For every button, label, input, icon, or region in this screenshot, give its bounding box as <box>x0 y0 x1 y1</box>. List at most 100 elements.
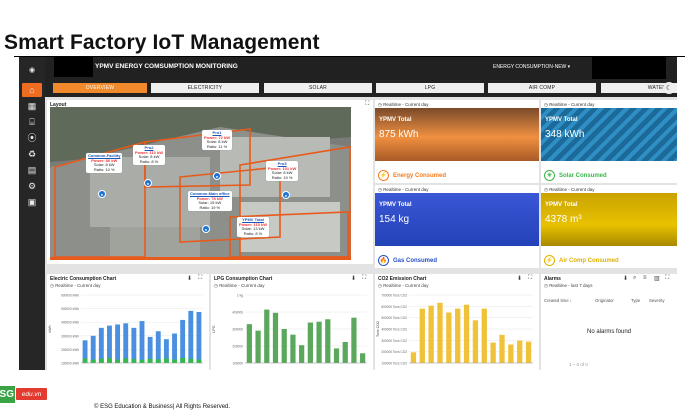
bar <box>325 319 331 363</box>
bar <box>139 359 145 363</box>
alarms-col-created[interactable]: Created time ↓ <box>544 298 572 303</box>
map-pin-icon[interactable]: ● <box>282 191 290 199</box>
report-icon[interactable]: ▣ <box>22 195 42 209</box>
chart-subtitle: ◷ Realtime - Current day <box>378 283 429 288</box>
redaction-box <box>54 57 93 77</box>
alarms-col-originator[interactable]: Originator <box>595 298 614 303</box>
tile-head: ◷ Realtime - Current day <box>375 185 539 193</box>
download-icon[interactable]: ⬇ <box>351 275 356 282</box>
alarms-pager[interactable]: 1 – 0 of 0 <box>569 362 588 367</box>
expand-icon[interactable]: ⛶ <box>365 101 369 108</box>
devices-icon[interactable]: ⦿ <box>22 131 42 145</box>
tab-electricity[interactable]: ELECTRICITY <box>151 83 259 93</box>
alarms-title: Alarms <box>544 276 561 282</box>
energy-consumed-tile[interactable]: ◷ Realtime - Current day YPMV Total 875 … <box>375 100 539 183</box>
bar <box>264 309 270 363</box>
y-tick-label: 100000 <box>232 362 243 366</box>
co2-emission-panel: CO2 Emission Chart ⬇ ⛶ ◷ Realtime - Curr… <box>375 274 539 370</box>
tab-overview[interactable]: OVERVIEW <box>53 83 147 93</box>
bar <box>508 344 514 363</box>
bar <box>410 352 417 363</box>
alarms-panel: Alarms ⬇ ⌕ ≡ ▥ ⛶ ◷ Realtime - last 7 day… <box>541 274 677 370</box>
site-label-pro3[interactable]: Pro3 Power: 101 kW Solar: 8 kW Ratio: 19… <box>266 161 299 182</box>
tab-solar[interactable]: SOLAR <box>264 83 372 93</box>
recycle-icon[interactable]: ♻ <box>22 147 42 161</box>
bar <box>107 357 112 363</box>
fullscreen-icon[interactable]: ⛶ <box>198 275 202 282</box>
download-icon[interactable]: ⬇ <box>517 275 522 282</box>
bolt-icon: ⚡ <box>378 170 389 181</box>
theme-toggle-icon[interactable]: ☾ <box>663 82 675 94</box>
bar <box>299 345 305 363</box>
site-label-ypmv-total[interactable]: YPMV Total Power: 115 kW Solar: 13 kW Ra… <box>237 217 270 238</box>
fullscreen-icon[interactable]: ⛶ <box>362 275 366 282</box>
slide-title: Smart Factory IoT Management <box>4 31 320 54</box>
y-tick-label: 400000 Tons CO2 <box>381 328 407 332</box>
y-tick-label: 100000 Tons CO2 <box>381 362 407 366</box>
site-label-common-main-office[interactable]: Common-Main office Power: 78 kW Solar: 1… <box>188 191 232 212</box>
bar <box>246 324 252 363</box>
gas-consumed-tile[interactable]: ◷ Realtime - Current day YPMV Total 154 … <box>375 185 539 268</box>
tile-head: ◷ Realtime - Current day <box>541 185 677 193</box>
bar <box>131 359 137 363</box>
gear-icon[interactable]: ⚙ <box>22 179 42 193</box>
home-icon[interactable]: ⌂ <box>22 83 42 97</box>
eduvn-logo: edu.vn <box>16 388 47 400</box>
bar <box>472 320 479 363</box>
map-pin-icon[interactable]: ● <box>98 190 106 198</box>
building-icon[interactable]: ⌸ <box>22 115 42 129</box>
site-label-pro2[interactable]: Pro2 Power: 110 kW Solar: 8 kW Ratio: 8 … <box>133 145 166 166</box>
sidebar-logo[interactable]: ◉ <box>22 63 42 77</box>
bar <box>98 358 104 363</box>
bar <box>139 321 145 363</box>
bar <box>155 359 161 363</box>
y-tick-label: 500000 Tons CO2 <box>381 316 407 320</box>
tile-title: YPMV Total <box>545 202 578 208</box>
tile-footer: ⚡ Energy Consumed <box>375 168 539 183</box>
alarms-col-severity[interactable]: Severity <box>649 298 665 303</box>
map-pin-icon[interactable]: ● <box>144 179 152 187</box>
tile-title: YPMV Total <box>379 202 412 208</box>
columns-icon[interactable]: ▥ <box>654 275 660 282</box>
tile-value: 4378 m³ <box>545 214 582 225</box>
no-alarms-text: No alarms found <box>586 329 632 335</box>
solar-consumed-tile[interactable]: ◷ Realtime - Current day YPMV Total 348 … <box>541 100 677 183</box>
electric-consumption-panel: Electric Consumption Chart ⬇ ⛶ ◷ Realtim… <box>47 274 209 370</box>
fullscreen-icon[interactable]: ⛶ <box>665 275 669 282</box>
y-tick-label: 200000 <box>232 345 243 349</box>
y-tick-label: 200000 kWh <box>61 348 79 352</box>
y-tick-label: 1 kg <box>237 294 243 298</box>
bar <box>123 358 129 363</box>
air-comp-consumed-tile[interactable]: ◷ Realtime - Current day YPMV Total 4378… <box>541 185 677 268</box>
search-icon[interactable]: ⌕ <box>633 275 636 282</box>
tile-head: ◷ Realtime - Current day <box>375 100 539 108</box>
dashboard-grid-icon[interactable]: ▦ <box>22 99 42 113</box>
factory-map-image <box>50 107 351 260</box>
download-icon[interactable]: ⬇ <box>623 275 628 282</box>
y-tick-label: 100000 kWh <box>61 362 79 366</box>
bar <box>525 341 532 363</box>
filter-icon[interactable]: ≡ <box>643 275 647 281</box>
flame-icon: 🔥 <box>378 255 389 266</box>
alarms-col-type[interactable]: Type <box>631 298 640 303</box>
site-label-common-facility[interactable]: Common-Facility Power: 80 kW Solar: 8 kW… <box>86 153 123 174</box>
bar <box>155 331 161 363</box>
tile-title: YPMV Total <box>379 117 412 123</box>
bar <box>107 325 112 363</box>
y-tick-label: 400000 <box>232 311 243 315</box>
tab-air-comp[interactable]: AIR COMP <box>488 83 596 93</box>
document-icon[interactable]: ▤ <box>22 163 42 177</box>
tile-footer: ☀ Solar Consumed <box>541 168 677 183</box>
tab-lpg[interactable]: LPG <box>376 83 484 93</box>
map-pin-icon[interactable]: ● <box>213 172 221 180</box>
bar <box>333 348 340 363</box>
slide: Smart Factory IoT Management ◉ ⌂ ▦ ⌸ ⦿ ♻… <box>0 0 690 418</box>
bar <box>463 304 470 363</box>
chart-title: LPG Consumption Chart <box>214 276 273 282</box>
site-label-pro1[interactable]: Pro1 Power: 72 kW Solar: 8 kW Ratio: 11 … <box>202 130 233 151</box>
map-pin-icon[interactable]: ● <box>202 225 210 233</box>
download-icon[interactable]: ⬇ <box>187 275 192 282</box>
fullscreen-icon[interactable]: ⛶ <box>528 275 532 282</box>
bar <box>419 308 425 363</box>
dashboard-selector[interactable]: ENERGY CONSUMPTION-NEW ▾ <box>493 64 570 70</box>
